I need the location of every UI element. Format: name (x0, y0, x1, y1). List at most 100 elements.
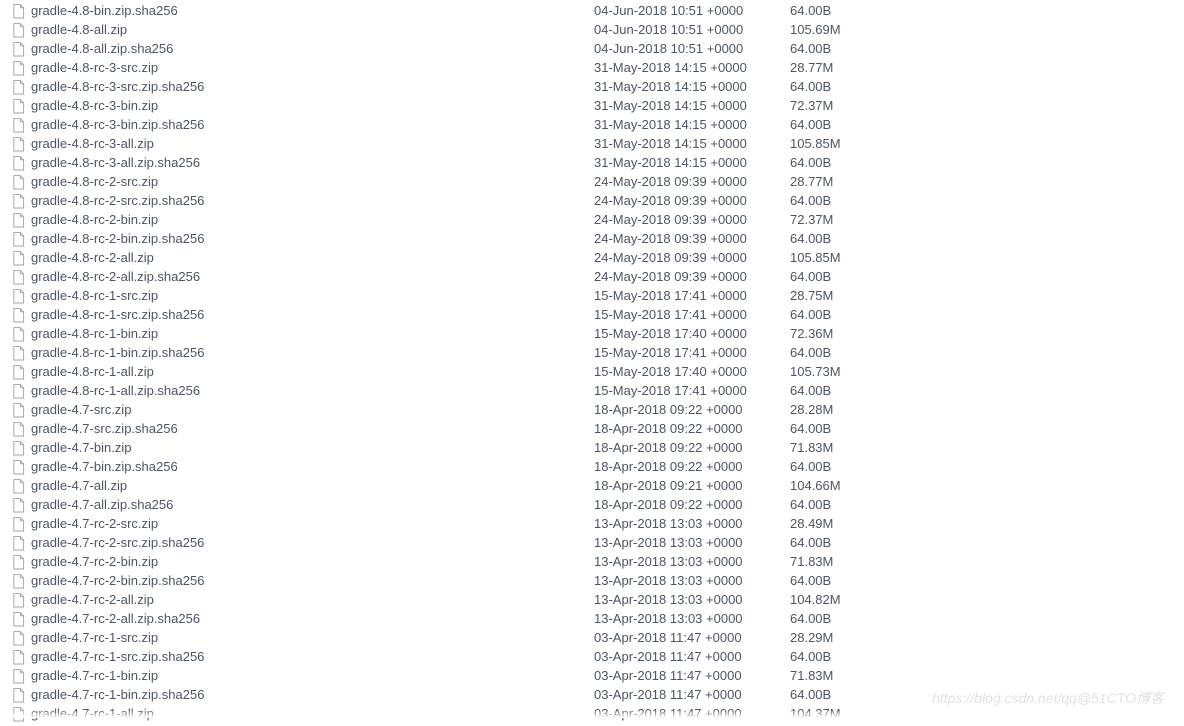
file-link[interactable]: gradle-4.7-bin.zip (31, 439, 131, 458)
file-row: gradle-4.7-rc-2-src.zip.sha25613-Apr-201… (12, 534, 1172, 553)
file-name-cell: gradle-4.7-bin.zip.sha256 (12, 458, 594, 477)
file-link[interactable]: gradle-4.7-rc-2-bin.zip.sha256 (31, 572, 204, 591)
file-icon (12, 4, 25, 19)
file-icon (12, 517, 25, 532)
file-link[interactable]: gradle-4.8-rc-3-src.zip (31, 59, 158, 78)
file-date: 18-Apr-2018 09:22 +0000 (594, 496, 790, 515)
file-row: gradle-4.7-all.zip18-Apr-2018 09:21 +000… (12, 477, 1172, 496)
file-row: gradle-4.7-rc-1-src.zip.sha256 03-Apr-201… (12, 648, 1172, 667)
file-link[interactable]: gradle-4.8-rc-3-all.zip (31, 135, 154, 154)
file-size: 28.77M (790, 59, 833, 78)
file-link[interactable]: gradle-4.8-rc-1-bin.zip.sha256 (31, 344, 204, 363)
file-link[interactable]: gradle-4.7-bin.zip.sha256 (31, 458, 178, 477)
file-link[interactable]: gradle-4.7-rc-1-all.zip (31, 705, 154, 724)
file-row: gradle-4.7-rc-2-bin.zip13-Apr-2018 13:03… (12, 553, 1172, 572)
file-icon (12, 669, 25, 684)
file-date: 15-May-2018 17:40 +0000 (594, 363, 790, 382)
file-link[interactable]: gradle-4.8-rc-2-bin.zip.sha256 (31, 230, 204, 249)
file-name-cell: gradle-4.7-rc-2-bin.zip.sha256 (12, 572, 594, 591)
file-icon (12, 137, 25, 152)
file-date: 31-May-2018 14:15 +0000 (594, 154, 790, 173)
file-row: gradle-4.7-src.zip.sha25618-Apr-2018 09:… (12, 420, 1172, 439)
file-name-cell: gradle-4.8-rc-2-bin.zip (12, 211, 594, 230)
file-date: 13-Apr-2018 13:03 +0000 (594, 591, 790, 610)
file-link[interactable]: gradle-4.7-rc-1-src.zip.sha256 (31, 648, 204, 667)
file-date: 13-Apr-2018 13:03 +0000 (594, 610, 790, 629)
file-link[interactable]: gradle-4.8-rc-2-bin.zip (31, 211, 158, 230)
file-row: gradle-4.7-rc-1-bin.zip03-Apr-2018 11:47… (12, 667, 1172, 686)
file-link[interactable]: gradle-4.7-rc-1-src.zip (31, 629, 158, 648)
file-link[interactable]: gradle-4.8-rc-1-bin.zip (31, 325, 158, 344)
file-link[interactable]: gradle-4.8-rc-1-src.zip (31, 287, 158, 306)
file-date: 03-Apr-2018 11:47 +0000 (594, 705, 790, 724)
file-link[interactable]: gradle-4.7-all.zip.sha256 (31, 496, 173, 515)
file-link[interactable]: gradle-4.8-rc-2-all.zip (31, 249, 154, 268)
file-icon (12, 422, 25, 437)
file-row: gradle-4.8-rc-1-bin.zip.sha25615-May-201… (12, 344, 1172, 363)
file-link[interactable]: gradle-4.8-bin.zip.sha256 (31, 2, 178, 21)
file-link[interactable]: gradle-4.8-rc-1-all.zip (31, 363, 154, 382)
file-link[interactable]: gradle-4.8-rc-2-src.zip (31, 173, 158, 192)
file-row: gradle-4.8-rc-1-bin.zip15-May-2018 17:40… (12, 325, 1172, 344)
file-date: 24-May-2018 09:39 +0000 (594, 192, 790, 211)
file-size: 64.00B (790, 686, 831, 705)
file-link[interactable]: gradle-4.8-rc-3-src.zip.sha256 (31, 78, 204, 97)
file-name-cell: gradle-4.8-rc-1-all.zip.sha256 (12, 382, 594, 401)
file-link[interactable]: gradle-4.8-rc-3-bin.zip (31, 97, 158, 116)
file-link[interactable]: gradle-4.8-rc-1-all.zip.sha256 (31, 382, 200, 401)
file-size: 28.77M (790, 173, 833, 192)
file-name-cell: gradle-4.8-rc-2-src.zip (12, 173, 594, 192)
file-name-cell: gradle-4.7-rc-1-src.zip (12, 629, 594, 648)
file-size: 64.00B (790, 116, 831, 135)
file-row: gradle-4.8-rc-3-bin.zip.sha256 31-May-201… (12, 116, 1172, 135)
file-size: 64.00B (790, 192, 831, 211)
file-size: 105.85M (790, 135, 841, 154)
file-date: 24-May-2018 09:39 +0000 (594, 249, 790, 268)
file-link[interactable]: gradle-4.8-rc-2-all.zip.sha256 (31, 268, 200, 287)
file-link[interactable]: gradle-4.8-all.zip.sha256 (31, 40, 173, 59)
file-link[interactable]: gradle-4.7-rc-2-src.zip.sha256 (31, 534, 204, 553)
file-date: 31-May-2018 14:15 +0000 (594, 135, 790, 154)
file-date: 31-May-2018 14:15 +0000 (594, 116, 790, 135)
file-size: 64.00B (790, 420, 831, 439)
file-date: 03-Apr-2018 11:47 +0000 (594, 648, 790, 667)
file-link[interactable]: gradle-4.8-all.zip (31, 21, 127, 40)
file-link[interactable]: gradle-4.7-rc-2-bin.zip (31, 553, 158, 572)
file-icon (12, 80, 25, 95)
file-name-cell: gradle-4.7-rc-2-all.zip.sha256 (12, 610, 594, 629)
file-link[interactable]: gradle-4.7-src.zip (31, 401, 131, 420)
file-link[interactable]: gradle-4.8-rc-2-src.zip.sha256 (31, 192, 204, 211)
file-size: 72.37M (790, 97, 833, 116)
file-link[interactable]: gradle-4.7-rc-2-src.zip (31, 515, 158, 534)
file-row: gradle-4.7-rc-1-all.zip 03-Apr-2018 11:47… (12, 705, 1172, 724)
file-icon (12, 631, 25, 646)
file-size: 64.00B (790, 648, 831, 667)
file-name-cell: gradle-4.7-rc-2-all.zip (12, 591, 594, 610)
file-link[interactable]: gradle-4.8-rc-1-src.zip.sha256 (31, 306, 204, 325)
file-icon (12, 42, 25, 57)
file-icon (12, 194, 25, 209)
file-size: 64.00B (790, 572, 831, 591)
file-link[interactable]: gradle-4.7-rc-1-bin.zip (31, 667, 158, 686)
file-row: gradle-4.8-rc-1-all.zip.sha25615-May-201… (12, 382, 1172, 401)
file-link[interactable]: gradle-4.7-rc-2-all.zip.sha256 (31, 610, 200, 629)
file-date: 24-May-2018 09:39 +0000 (594, 268, 790, 287)
file-link[interactable]: gradle-4.7-src.zip.sha256 (31, 420, 178, 439)
file-link[interactable]: gradle-4.8-rc-3-bin.zip.sha256 (31, 116, 204, 135)
file-name-cell: gradle-4.7-src.zip.sha256 (12, 420, 594, 439)
file-link[interactable]: gradle-4.7-rc-1-bin.zip.sha256 (31, 686, 204, 705)
file-icon (12, 498, 25, 513)
file-name-cell: gradle-4.8-rc-3-src.zip (12, 59, 594, 78)
file-link[interactable]: gradle-4.7-all.zip (31, 477, 127, 496)
file-size: 64.00B (790, 496, 831, 515)
file-name-cell: gradle-4.7-all.zip (12, 477, 594, 496)
file-row: gradle-4.8-all.zip04-Jun-2018 10:51 +000… (12, 21, 1172, 40)
file-row: gradle-4.7-rc-2-bin.zip.sha25613-Apr-201… (12, 572, 1172, 591)
file-size: 64.00B (790, 458, 831, 477)
file-row: gradle-4.8-rc-1-src.zip15-May-2018 17:41… (12, 287, 1172, 306)
file-link[interactable]: gradle-4.7-rc-2-all.zip (31, 591, 154, 610)
file-icon (12, 213, 25, 228)
file-date: 31-May-2018 14:15 +0000 (594, 59, 790, 78)
file-link[interactable]: gradle-4.8-rc-3-all.zip.sha256 (31, 154, 200, 173)
file-row: gradle-4.8-rc-2-bin.zip.sha25624-May-201… (12, 230, 1172, 249)
